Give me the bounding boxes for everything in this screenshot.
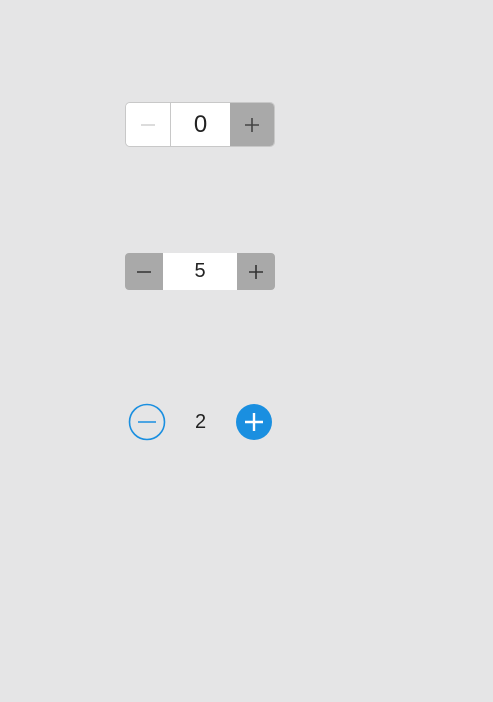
circle-minus-icon <box>128 403 166 441</box>
stepper-value[interactable]: 5 <box>163 253 237 290</box>
plus-icon <box>249 264 263 279</box>
quantity-stepper-3: 2 <box>128 403 273 441</box>
quantity-stepper-1: 0 <box>125 102 275 147</box>
stepper-value[interactable]: 0 <box>171 103 230 146</box>
decrement-button[interactable] <box>125 253 163 290</box>
increment-button[interactable] <box>237 253 275 290</box>
minus-icon <box>137 270 151 273</box>
increment-button[interactable] <box>230 103 274 146</box>
decrement-button[interactable] <box>128 403 166 441</box>
quantity-stepper-2: 5 <box>125 253 275 290</box>
stepper-value: 2 <box>194 410 207 433</box>
circle-plus-icon <box>236 404 272 440</box>
minus-icon <box>141 123 155 126</box>
increment-button[interactable] <box>235 403 273 441</box>
decrement-button[interactable] <box>126 103 171 146</box>
plus-icon <box>245 117 259 132</box>
